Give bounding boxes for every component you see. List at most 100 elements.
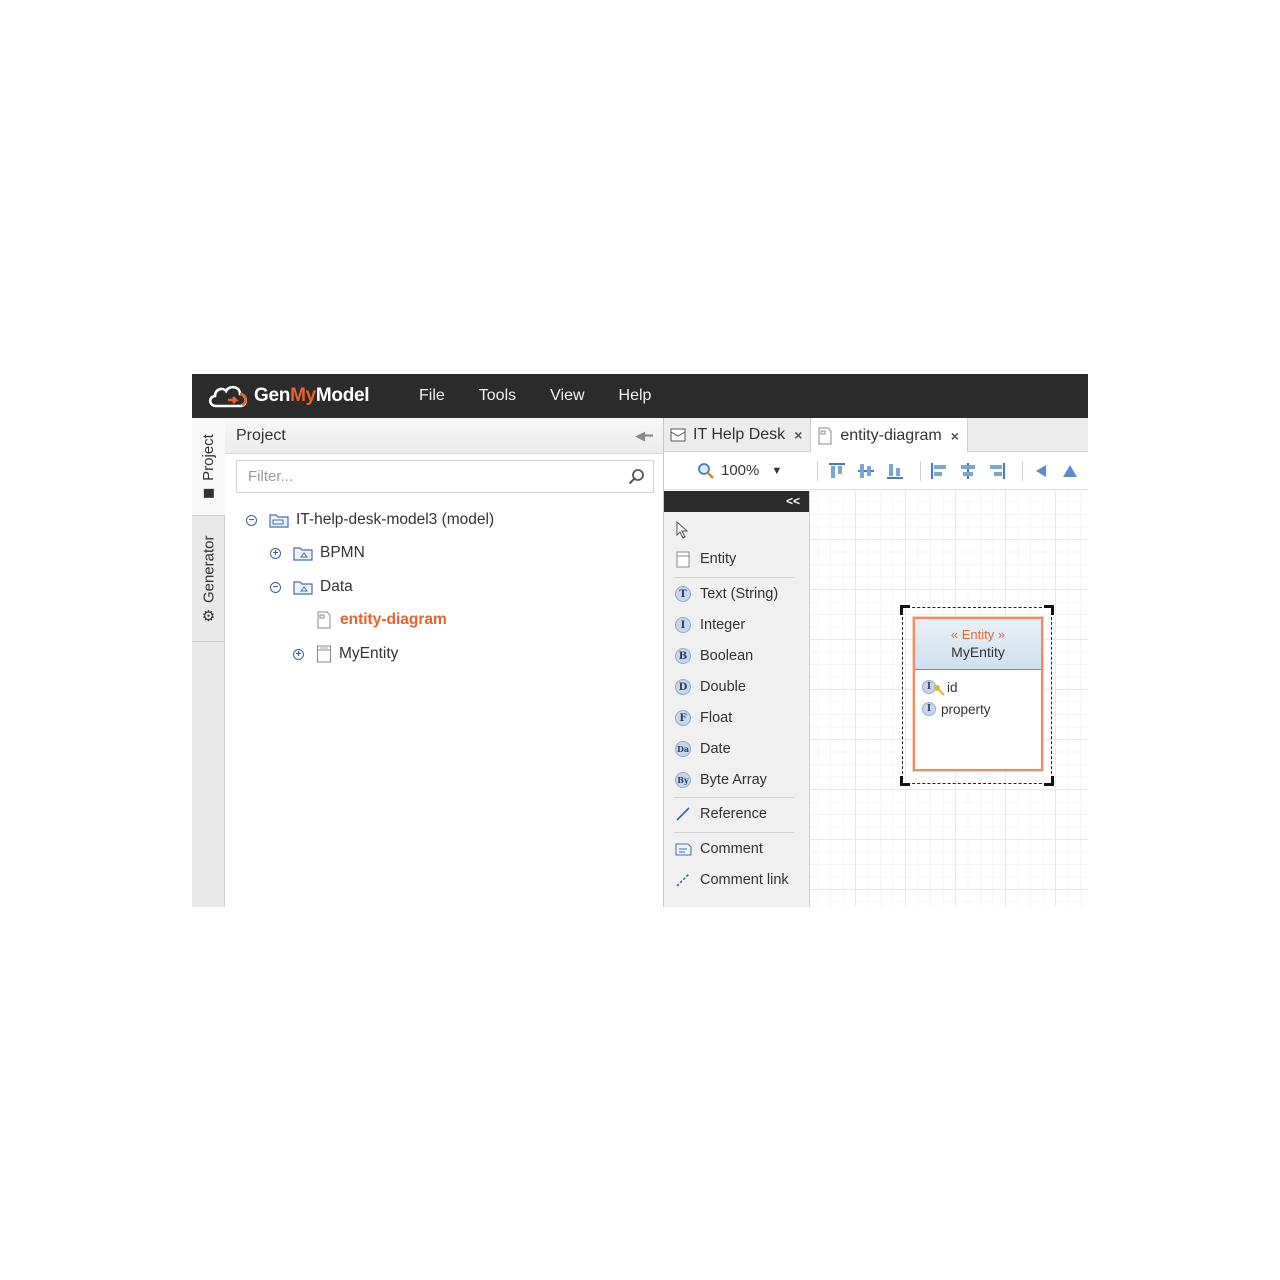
palette-entity[interactable]: Entity	[674, 548, 736, 570]
diagram-canvas[interactable]: « Entity » MyEntity I id I property	[810, 491, 1088, 907]
close-tab-icon[interactable]: ×	[794, 427, 802, 443]
menu-help[interactable]: Help	[602, 374, 669, 418]
tree-item-data[interactable]: − Data	[270, 575, 353, 599]
byte-array-type-icon: By	[674, 771, 692, 789]
palette-comment[interactable]: Comment	[674, 838, 763, 860]
side-tab-project[interactable]: Project	[192, 418, 225, 516]
arrow-left-icon[interactable]	[1030, 459, 1053, 483]
menu-file[interactable]: File	[402, 374, 462, 418]
palette-comment-link[interactable]: Comment link	[674, 869, 789, 891]
tab-entity-diagram[interactable]: entity-diagram ×	[811, 418, 968, 453]
align-top-icon[interactable]	[825, 459, 848, 483]
palette-float[interactable]: F Float	[674, 707, 732, 729]
tree-item-model[interactable]: − IT-help-desk-model3 (model)	[246, 508, 494, 532]
palette-boolean[interactable]: B Boolean	[674, 645, 753, 667]
project-panel-header: Project ◀━	[225, 418, 663, 454]
tree-item-myentity[interactable]: + MyEntity	[293, 642, 398, 666]
palette-text-string[interactable]: T Text (String)	[674, 583, 778, 605]
top-menu-bar: GenMyModel File Tools View Help	[192, 374, 1088, 418]
resize-handle[interactable]	[1044, 605, 1054, 615]
palette-item-label: Text (String)	[700, 586, 779, 602]
collapse-panel-icon[interactable]: ◀━	[635, 428, 653, 444]
menu-view[interactable]: View	[533, 374, 601, 418]
palette-byte-array[interactable]: By Byte Array	[674, 769, 767, 791]
entity-attributes: I id I property	[915, 670, 1041, 720]
comment-icon	[674, 840, 692, 858]
resize-handle[interactable]	[900, 605, 910, 615]
integer-type-icon: I	[674, 616, 692, 634]
palette-date[interactable]: Da Date	[674, 738, 731, 760]
palette-pointer-tool[interactable]	[674, 519, 700, 541]
palette-divider	[674, 577, 794, 578]
tree-item-bpmn[interactable]: + BPMN	[270, 541, 365, 565]
toolbar-divider	[1021, 460, 1023, 481]
expand-toggle-icon[interactable]: +	[293, 648, 304, 660]
tree-item-label: Data	[320, 578, 353, 595]
entity-name[interactable]: MyEntity	[915, 644, 1041, 660]
resize-handle[interactable]	[1044, 776, 1054, 786]
project-panel: Project ◀━ − IT-help-desk-model3 (model)…	[225, 418, 664, 907]
attribute-id[interactable]: I id	[922, 676, 1041, 698]
palette-item-label: Float	[700, 710, 733, 726]
collapse-palette-button[interactable]: <<	[664, 491, 809, 512]
gear-icon: ⚙	[201, 607, 216, 625]
entity-myentity[interactable]: « Entity » MyEntity I id I property	[913, 617, 1043, 771]
palette-divider	[674, 832, 794, 833]
attribute-property[interactable]: I property	[922, 698, 1041, 720]
toolbar-divider	[817, 460, 819, 481]
palette-item-label: Comment link	[700, 872, 789, 888]
palette-divider	[674, 797, 794, 798]
attribute-label: property	[941, 701, 991, 717]
search-icon[interactable]	[627, 468, 645, 486]
tree-item-entity-diagram[interactable]: entity-diagram	[315, 608, 447, 632]
side-tab-strip: Project ⚙ Generator	[192, 418, 225, 907]
palette-item-label: Reference	[700, 806, 767, 822]
element-palette: << Entity T Text (String) I Integer B Bo…	[664, 491, 810, 907]
genmymodel-logo[interactable]: GenMyModel	[206, 380, 402, 412]
collapse-toggle-icon[interactable]: −	[246, 514, 257, 526]
align-center-icon[interactable]	[957, 459, 980, 483]
key-icon	[934, 685, 945, 696]
diagram-file-icon	[818, 427, 832, 444]
align-left-icon[interactable]	[928, 459, 951, 483]
expand-toggle-icon[interactable]: +	[270, 547, 281, 559]
side-tab-generator[interactable]: ⚙ Generator	[192, 516, 225, 642]
filter-input[interactable]	[248, 468, 608, 485]
diagram-toolbar: 100% ▼	[664, 452, 1088, 490]
collapse-toggle-icon[interactable]: −	[270, 581, 281, 593]
entity-class-icon	[316, 645, 332, 663]
folder-icon	[203, 488, 214, 498]
model-folder-icon	[269, 513, 289, 528]
reference-line-icon	[674, 805, 692, 823]
align-bottom-icon[interactable]	[884, 459, 907, 483]
palette-double[interactable]: D Double	[674, 676, 746, 698]
arrow-up-icon[interactable]	[1059, 459, 1082, 483]
tree-item-label: entity-diagram	[340, 611, 447, 628]
tab-it-help-desk[interactable]: IT Help Desk ×	[664, 418, 812, 452]
resize-handle[interactable]	[900, 776, 910, 786]
palette-item-label: Entity	[700, 551, 737, 567]
palette-integer[interactable]: I Integer	[674, 614, 745, 636]
dashed-link-icon	[674, 871, 692, 889]
close-tab-icon[interactable]: ×	[951, 428, 959, 444]
palette-item-label: Comment	[700, 841, 763, 857]
align-middle-icon[interactable]	[855, 459, 878, 483]
tree-item-label: BPMN	[320, 544, 365, 561]
entity-header: « Entity » MyEntity	[915, 619, 1041, 670]
double-type-icon: D	[674, 678, 692, 696]
zoom-dropdown[interactable]: 100% ▼	[697, 462, 810, 480]
integer-type-icon: I	[922, 702, 936, 716]
palette-item-label: Byte Array	[700, 772, 767, 788]
model-tab-icon	[670, 428, 686, 442]
palette-reference[interactable]: Reference	[674, 803, 767, 825]
chevron-down-icon: ▼	[771, 464, 783, 477]
tab-label: IT Help Desk	[693, 426, 786, 443]
tree-item-label: MyEntity	[339, 645, 399, 662]
menu-tools[interactable]: Tools	[462, 374, 533, 418]
diagram-file-icon	[315, 611, 333, 629]
attribute-label: id	[947, 679, 958, 695]
zoom-level: 100%	[721, 462, 760, 479]
date-type-icon: Da	[674, 740, 692, 758]
editor-tab-bar: IT Help Desk × entity-diagram ×	[664, 418, 1088, 453]
align-right-icon[interactable]	[986, 459, 1009, 483]
